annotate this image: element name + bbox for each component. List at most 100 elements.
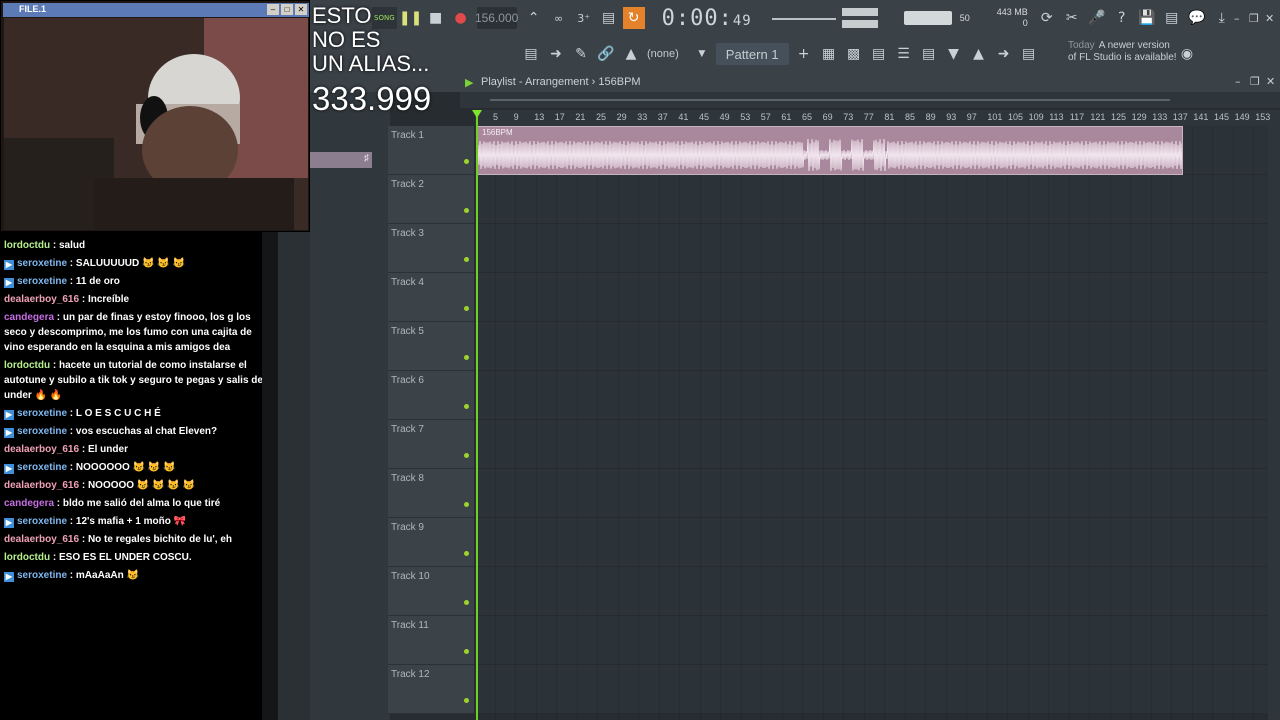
fl-close-icon[interactable]: ✕ [1265,12,1274,25]
add-pattern-icon[interactable]: + [793,43,815,65]
track-lane[interactable] [475,224,1280,273]
picker-panel[interactable]: ♯ [310,92,390,720]
horizontal-scrollbar[interactable] [460,92,1280,108]
track-lane[interactable] [475,273,1280,322]
fl-restore-icon[interactable]: ❐ [1249,12,1259,25]
webcam-close-icon[interactable]: ✕ [295,4,307,15]
cut-icon[interactable]: ✂ [1061,7,1083,29]
countdown-icon[interactable]: 3⁺ [573,7,595,29]
track-lane[interactable] [475,518,1280,567]
chat-username[interactable]: dealaerboy_616 [4,480,79,491]
track-lane[interactable] [475,371,1280,420]
audio-clip[interactable]: 156BPM [477,126,1183,175]
webcam-title-bar[interactable]: FILE.1 – □ ✕ [3,3,309,17]
track-mute-led[interactable] [464,355,469,360]
track-mute-led[interactable] [464,600,469,605]
help-icon[interactable]: ? [1111,7,1133,29]
fl-minimize-icon[interactable]: – [1234,12,1240,25]
webcam-maximize-icon[interactable]: □ [281,4,293,15]
playlist-minimize-icon[interactable]: – [1235,75,1241,88]
playlist-maximize-icon[interactable]: ❐ [1250,75,1260,88]
plugin-icon[interactable]: ▤ [1161,7,1183,29]
project-browser-icon[interactable]: ➜ [993,43,1015,65]
webcam-minimize-icon[interactable]: – [267,4,279,15]
playlist-icon[interactable]: ▦ [818,43,840,65]
track-mute-led[interactable] [464,257,469,262]
browser-icon[interactable]: ▤ [918,43,940,65]
pencil-icon[interactable]: ✎ [570,43,592,65]
playhead[interactable] [476,110,478,720]
track-header[interactable]: Track 1 [388,126,474,175]
track-header[interactable]: Track 8 [388,469,474,518]
track-header[interactable]: Track 5 [388,322,474,371]
timeline-ruler[interactable]: 5 9 13 17 21 25 29 33 37 41 45 49 53 57 61 65 69 73 77 81 85… [475,110,1280,126]
playlist-title-bar[interactable]: ▶ Playlist - Arrangement › 156BPM – ❐ ✕ [310,72,1280,92]
playhead-marker-icon[interactable] [472,110,482,118]
track-lane[interactable] [475,567,1280,616]
step-edit-icon[interactable]: ▤ [598,7,620,29]
picker-clip-item[interactable]: ♯ [310,152,372,168]
chat-username[interactable]: lordoctdu [4,240,50,251]
track-mute-led[interactable] [464,551,469,556]
mixer-icon[interactable]: ☰ [893,43,915,65]
track-mute-led[interactable] [464,453,469,458]
track-mute-led[interactable] [464,208,469,213]
track-mute-led[interactable] [464,649,469,654]
save-icon[interactable]: 💾 [1136,7,1158,29]
chat-username[interactable]: seroxetine [17,408,67,419]
track-mute-led[interactable] [464,306,469,311]
track-header[interactable]: Track 10 [388,567,474,616]
microphone-icon[interactable]: 🎤 [1086,7,1108,29]
oscilloscope-display[interactable] [771,8,836,28]
chat-username[interactable]: seroxetine [17,258,67,269]
track-header[interactable]: Track 11 [388,616,474,665]
chat-username[interactable]: seroxetine [17,426,67,437]
chat-username[interactable]: seroxetine [17,276,67,287]
horizontal-scroll-thumb[interactable] [490,99,1170,101]
track-lane[interactable] [475,175,1280,224]
chat-icon[interactable]: 💬 [1186,7,1208,29]
chat-username[interactable]: candegera [4,312,54,323]
vertical-scrollbar[interactable] [1268,126,1280,720]
track-header[interactable]: Track 4 [388,273,474,322]
record-icon[interactable]: ● [450,7,472,29]
stamp-icon[interactable]: ▲ [620,43,642,65]
chat-username[interactable]: seroxetine [17,516,67,527]
playlist-close-icon[interactable]: ✕ [1266,75,1275,88]
chat-username[interactable]: dealaerboy_616 [4,534,79,545]
chat-username[interactable]: dealaerboy_616 [4,294,79,305]
track-header[interactable]: Track 12 [388,665,474,714]
master-volume-slider[interactable] [903,11,952,25]
shop-icon[interactable]: ▤ [1018,43,1040,65]
chat-username[interactable]: candegera [4,498,54,509]
piano-roll-icon[interactable]: ▩ [843,43,865,65]
track-header[interactable]: Track 2 [388,175,474,224]
track-lane[interactable] [475,420,1280,469]
download-icon[interactable]: ⤓ [1211,7,1233,29]
plugin-picker-icon[interactable]: ▼ [943,43,965,65]
track-header[interactable]: Track 6 [388,371,474,420]
chat-username[interactable]: lordoctdu [4,360,50,371]
channel-rack-icon[interactable]: ▤ [868,43,890,65]
wait-input-icon[interactable]: ∞ [548,7,570,29]
track-mute-led[interactable] [464,159,469,164]
loop-record-icon[interactable]: ↻ [622,7,645,29]
snap-select[interactable]: (none) [647,48,679,60]
chat-username[interactable]: seroxetine [17,570,67,581]
track-mute-led[interactable] [464,698,469,703]
track-mute-led[interactable] [464,404,469,409]
snap-icon[interactable]: ▤ [520,43,542,65]
track-header[interactable]: Track 7 [388,420,474,469]
chat-username[interactable]: lordoctdu [4,552,50,563]
undo-icon[interactable]: ⟳ [1036,7,1058,29]
chat-username[interactable]: dealaerboy_616 [4,444,79,455]
track-mute-led[interactable] [464,502,469,507]
track-lane[interactable] [475,322,1280,371]
dropdown-icon[interactable]: ▼ [691,43,713,65]
metronome-icon[interactable]: ⌃ [523,7,545,29]
cpu-memory-meter[interactable]: 443 MB 0 [986,7,1028,29]
touch-keyboard-icon[interactable]: ▲ [968,43,990,65]
chat-username[interactable]: seroxetine [17,462,67,473]
news-panel[interactable]: Today A newer version of FL Studio is ava… [1068,40,1178,64]
tempo-display[interactable]: 156.000 [475,7,518,29]
